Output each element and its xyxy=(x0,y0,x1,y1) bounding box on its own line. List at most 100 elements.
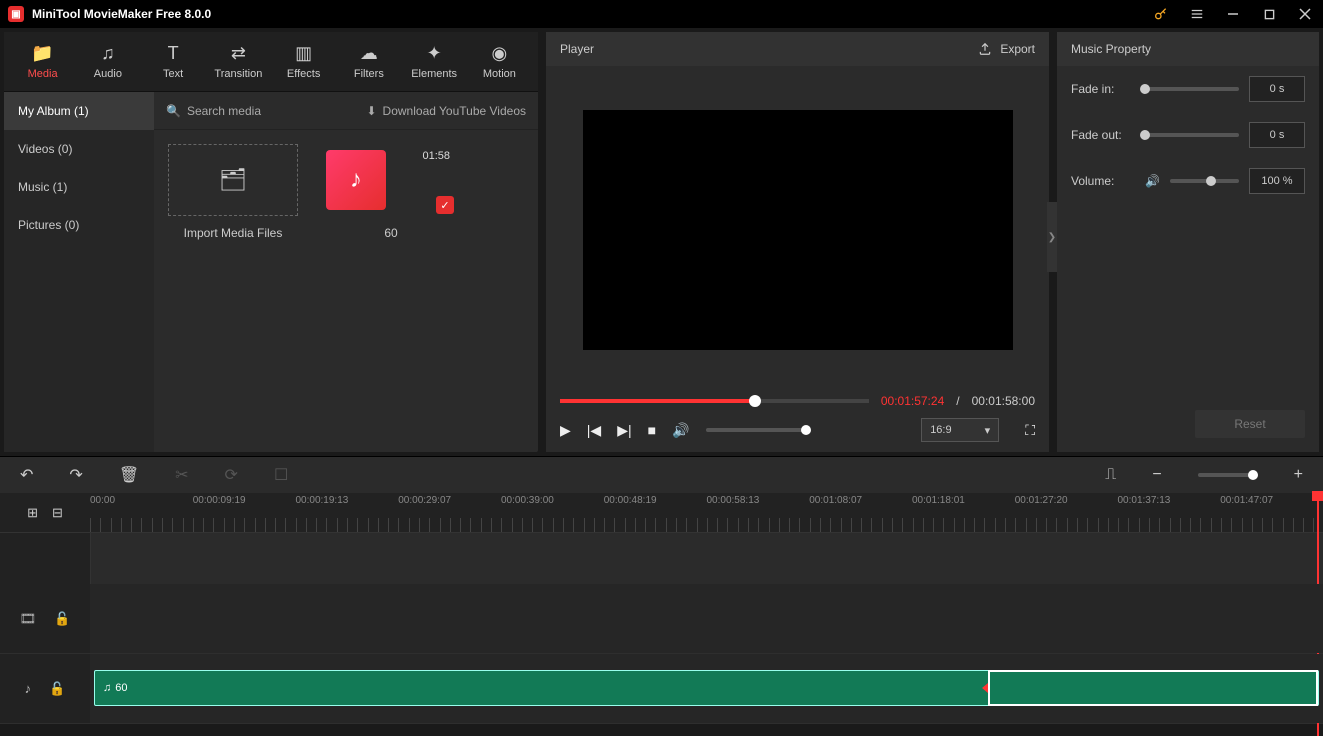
tab-label: Media xyxy=(28,68,58,80)
minimize-button[interactable] xyxy=(1215,0,1251,28)
properties-panel: Music Property Fade in: 0 s Fade out: 0 … xyxy=(1057,32,1319,452)
speaker-icon: 🔊 xyxy=(1145,174,1160,188)
total-time: 00:01:58:00 xyxy=(972,394,1035,408)
current-time: 00:01:57:24 xyxy=(881,394,944,408)
tab-label: Motion xyxy=(483,68,516,80)
reset-button[interactable]: Reset xyxy=(1195,410,1305,438)
tab-motion[interactable]: ◉ Motion xyxy=(467,43,532,80)
lock-icon[interactable]: 🔓 xyxy=(54,611,70,627)
zoom-in-button[interactable]: + xyxy=(1294,466,1303,484)
tab-transition[interactable]: ⇄ Transition xyxy=(206,43,271,80)
app-logo: ▣ xyxy=(8,6,24,22)
tab-filters[interactable]: ☁ Filters xyxy=(336,43,401,80)
seek-bar[interactable] xyxy=(560,399,869,403)
export-button[interactable]: Export xyxy=(978,42,1035,56)
volume-icon[interactable]: 🔊 xyxy=(672,422,689,439)
cat-music[interactable]: Music (1) xyxy=(4,168,154,206)
app-title: MiniTool MovieMaker Free 8.0.0 xyxy=(32,7,211,21)
zoom-slider[interactable] xyxy=(1198,473,1258,477)
tab-audio[interactable]: ♫ Audio xyxy=(75,43,140,80)
tab-label: Filters xyxy=(354,68,384,80)
speed-button[interactable]: ⟳ xyxy=(225,465,238,485)
prop-volume-slider[interactable] xyxy=(1170,179,1239,183)
audio-track-body[interactable]: ♫60 xyxy=(90,654,1323,723)
zoom-out-button[interactable]: − xyxy=(1152,466,1161,484)
player-title: Player xyxy=(560,42,594,56)
aspect-ratio-select[interactable]: 16:9 ▾ xyxy=(921,418,999,442)
prev-frame-button[interactable]: |◀ xyxy=(587,422,601,439)
titlebar: ▣ MiniTool MovieMaker Free 8.0.0 xyxy=(0,0,1323,28)
ruler-label: 00:01:37:13 xyxy=(1118,495,1171,506)
properties-title: Music Property xyxy=(1071,42,1151,56)
volume-value[interactable]: 100 % xyxy=(1249,168,1305,194)
tab-effects[interactable]: ▥ Effects xyxy=(271,43,336,80)
cat-pictures[interactable]: Pictures (0) xyxy=(4,206,154,244)
ruler-label: 00:00:48:19 xyxy=(604,495,657,506)
download-youtube-button[interactable]: ⬇ Download YouTube Videos xyxy=(366,104,526,118)
cat-my-album[interactable]: My Album (1) xyxy=(4,92,154,130)
aspect-value: 16:9 xyxy=(930,424,951,436)
media-panel: 📁 Media ♫ Audio T Text ⇄ Transition ▥ Ef… xyxy=(4,32,538,452)
timeline-panel: ↶ ↷ 🗑 ✂ ⟳ ☐ ⎍ − + ⊞ ⊟ 00:00 00:00:09:19 00… xyxy=(0,456,1323,724)
redo-button[interactable]: ↷ xyxy=(69,465,82,485)
import-media-button[interactable]: 🗂 Import Media Files xyxy=(168,144,298,240)
volume-label: Volume: xyxy=(1071,174,1135,188)
clip-name: 60 xyxy=(384,226,397,240)
fadeout-label: Fade out: xyxy=(1071,128,1135,142)
undo-button[interactable]: ↶ xyxy=(20,465,33,485)
export-label: Export xyxy=(1000,42,1035,56)
cat-videos[interactable]: Videos (0) xyxy=(4,130,154,168)
audio-clip-segment-selected[interactable] xyxy=(988,670,1318,706)
transition-icon: ⇄ xyxy=(231,43,246,64)
next-frame-button[interactable]: ▶| xyxy=(617,422,631,439)
timeline-ruler[interactable]: ⊞ ⊟ 00:0000:00:09:1900:00:19:1300:00:29:… xyxy=(0,493,1323,533)
maximize-button[interactable] xyxy=(1251,0,1287,28)
ruler-label: 00:00:39:00 xyxy=(501,495,554,506)
filters-icon: ☁ xyxy=(360,43,378,64)
split-button[interactable]: ✂ xyxy=(175,465,188,485)
volume-slider[interactable] xyxy=(706,428,806,432)
close-button[interactable] xyxy=(1287,0,1323,28)
crop-button[interactable]: ☐ xyxy=(274,465,288,485)
media-clip-item[interactable]: ♪ 01:58 ✓ 60 xyxy=(326,144,456,240)
fadeout-value[interactable]: 0 s xyxy=(1249,122,1305,148)
lock-icon[interactable]: 🔓 xyxy=(49,681,65,697)
remove-track-icon[interactable]: ⊟ xyxy=(52,505,63,521)
menu-icon[interactable] xyxy=(1179,0,1215,28)
delete-button[interactable]: 🗑 xyxy=(119,465,139,485)
motion-icon: ◉ xyxy=(492,43,508,64)
ruler-label: 00:01:18:01 xyxy=(912,495,965,506)
snap-button[interactable]: ⎍ xyxy=(1105,466,1116,484)
fadeout-slider[interactable] xyxy=(1145,133,1239,137)
search-icon: 🔍 xyxy=(166,104,181,118)
ruler-label: 00:00:09:19 xyxy=(193,495,246,506)
play-button[interactable]: ▶ xyxy=(560,422,571,439)
tab-media[interactable]: 📁 Media xyxy=(10,43,75,80)
export-icon xyxy=(978,42,992,56)
tab-text[interactable]: T Text xyxy=(141,43,206,80)
audio-track: ♪ 🔓 ♫60 xyxy=(0,654,1323,724)
tab-label: Effects xyxy=(287,68,320,80)
fadein-label: Fade in: xyxy=(1071,82,1135,96)
fullscreen-button[interactable]: ⛶ xyxy=(1025,422,1035,439)
import-label: Import Media Files xyxy=(184,226,283,240)
audio-clip[interactable]: ♫60 xyxy=(94,670,1319,706)
fadein-slider[interactable] xyxy=(1145,87,1239,91)
clip-used-check-icon: ✓ xyxy=(436,196,454,214)
player-panel: Player Export 00:01:57:24 / 00:01:58:00 … xyxy=(546,32,1049,452)
upgrade-key-icon[interactable] xyxy=(1143,0,1179,28)
download-youtube-label: Download YouTube Videos xyxy=(383,104,526,118)
effects-icon: ▥ xyxy=(295,43,312,64)
ruler-label: 00:01:08:07 xyxy=(809,495,862,506)
music-thumbnail: ♪ xyxy=(326,150,386,210)
fadein-value[interactable]: 0 s xyxy=(1249,76,1305,102)
cloud-download-icon: ⬇ xyxy=(366,104,376,118)
add-track-icon[interactable]: ⊞ xyxy=(27,505,38,521)
video-track-body[interactable] xyxy=(90,584,1323,653)
stop-button[interactable]: ■ xyxy=(648,422,656,438)
time-separator: / xyxy=(956,394,959,408)
search-input[interactable]: 🔍 Search media xyxy=(166,104,261,118)
panel-expand-handle[interactable]: ❯ xyxy=(1047,202,1057,272)
tab-elements[interactable]: ✦ Elements xyxy=(402,43,467,80)
ruler-label: 00:00 xyxy=(90,495,115,506)
